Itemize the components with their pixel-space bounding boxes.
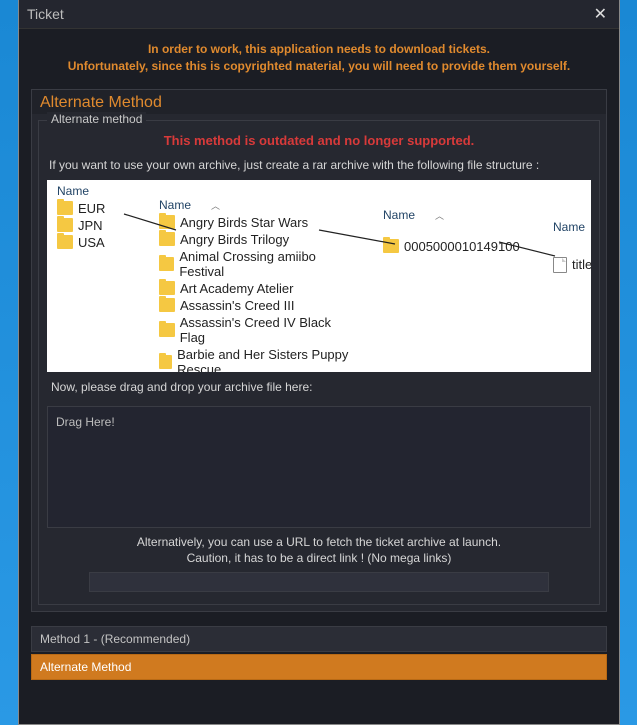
folder-label: Angry Birds Star Wars [180,215,308,230]
url-hint-line-2: Caution, it has to be a direct link ! (N… [45,550,593,567]
list-item: Assassin's Creed III [153,297,363,314]
alternate-method-panel: Alternate Method Alternate method This m… [31,89,607,613]
method-tabs: Method 1 - (Recommended) Alternate Metho… [31,626,607,680]
list-item: USA [51,234,131,251]
window-title: Ticket [27,6,64,22]
list-item: title.tik [547,256,591,274]
folder-icon [159,281,175,295]
panel-header: Alternate Method [32,90,606,114]
folder-icon [383,239,399,253]
tab-method1[interactable]: Method 1 - (Recommended) [31,626,607,652]
folder-label: Angry Birds Trilogy [180,232,289,247]
folder-icon [159,215,175,229]
column-header-name: Name︿ [377,204,527,224]
drag-drop-zone[interactable]: Drag Here! [47,406,591,528]
tab-alternate[interactable]: Alternate Method [31,654,607,680]
column-header-name: Name [51,180,131,200]
folder-label: Art Academy Atelier [180,281,293,296]
list-item: Animal Crossing amiibo Festival [153,248,363,280]
list-item: Angry Birds Trilogy [153,231,363,248]
file-label: title.tik [572,257,591,272]
file-icon [553,257,567,273]
folder-icon [159,298,175,312]
drag-drop-label: Drag Here! [56,415,115,429]
list-item: EUR [51,200,131,217]
url-input[interactable] [89,572,549,592]
list-item: 0005000010149100 [377,238,527,255]
list-item: Assassin's Creed IV Black Flag [153,314,363,346]
file-structure-example: Name EUR JPN USA Name︿ Angry Birds Star … [47,180,591,372]
ticket-window: Ticket ✕ In order to work, this applicat… [18,0,620,725]
list-item: Art Academy Atelier [153,280,363,297]
notice-line-2: Unfortunately, since this is copyrighted… [39,58,599,75]
column-header-name: Name [547,216,591,236]
list-item: Barbie and Her Sisters Puppy Rescue [153,346,363,372]
sort-asc-icon: ︿ [415,211,444,221]
close-icon[interactable]: ✕ [590,4,611,24]
warning-text: This method is outdated and no longer su… [45,127,593,158]
url-hint-text: Alternatively, you can use a URL to fetc… [45,534,593,568]
titlebar: Ticket ✕ [19,0,619,29]
folder-icon [159,355,172,369]
list-item: Angry Birds Star Wars [153,214,363,231]
notice-line-1: In order to work, this application needs… [39,41,599,58]
notice-text: In order to work, this application needs… [19,29,619,83]
folder-label: USA [78,235,105,250]
folder-label: Barbie and Her Sisters Puppy Rescue [177,347,357,372]
list-item: JPN [51,217,131,234]
url-hint-line-1: Alternatively, you can use a URL to fetc… [45,534,593,551]
folder-label: Animal Crossing amiibo Festival [179,249,357,279]
folder-icon [159,323,175,337]
column-header-name: Name︿ [153,194,363,214]
folder-label: JPN [78,218,103,233]
content-area: Alternate Method Alternate method This m… [19,89,619,621]
folder-label: Assassin's Creed IV Black Flag [180,315,357,345]
instruction-text: If you want to use your own archive, jus… [45,158,593,178]
sort-asc-icon: ︿ [191,201,220,211]
folder-label: Assassin's Creed III [180,298,294,313]
folder-icon [57,218,73,232]
folder-label: EUR [78,201,105,216]
alternate-method-fieldset: Alternate method This method is outdated… [38,120,600,606]
fieldset-legend: Alternate method [47,112,146,126]
folder-icon [159,257,174,271]
folder-label: 0005000010149100 [404,239,520,254]
folder-icon [159,232,175,246]
drag-instruction-text: Now, please drag and drop your archive f… [45,374,593,404]
folder-icon [57,235,73,249]
folder-icon [57,201,73,215]
